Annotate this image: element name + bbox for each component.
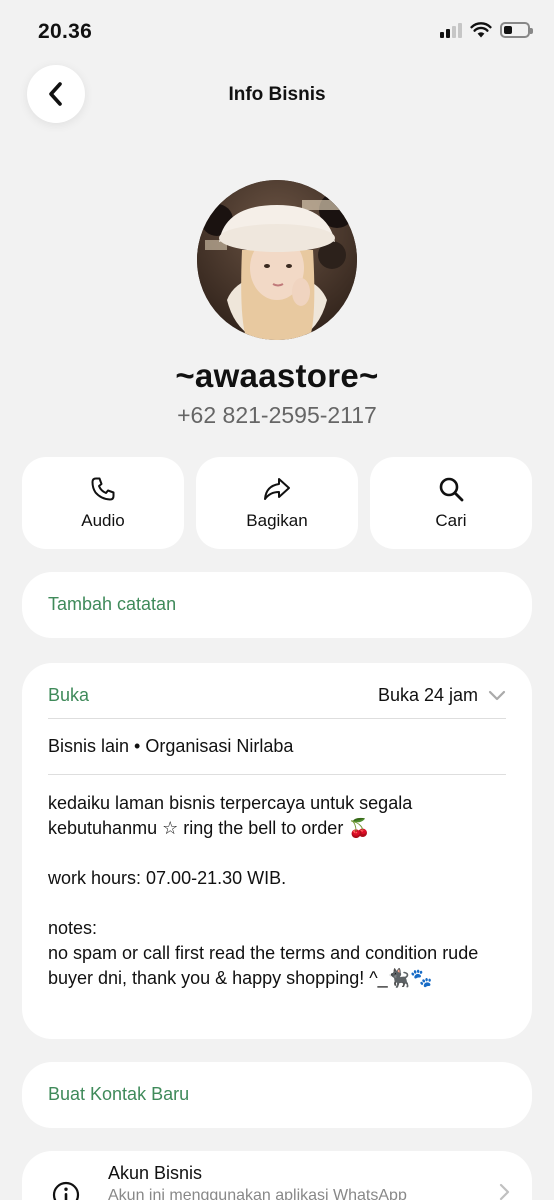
battery-icon: [500, 22, 533, 38]
profile-avatar[interactable]: [197, 180, 357, 340]
battery-level: [504, 26, 512, 34]
create-contact-button[interactable]: Buat Kontak Baru: [22, 1062, 532, 1128]
info-icon: [52, 1181, 80, 1200]
search-button[interactable]: Cari: [370, 457, 532, 549]
account-subtitle: Akun ini menggunakan aplikasi WhatsApp: [108, 1187, 407, 1200]
add-note-button[interactable]: Tambah catatan: [22, 572, 532, 638]
wifi-icon: [470, 22, 492, 38]
share-label: Bagikan: [246, 511, 308, 530]
status-bar: 20.36: [0, 0, 554, 62]
status-time: 20.36: [38, 20, 93, 43]
hours-row[interactable]: Buka Buka 24 jam: [48, 680, 506, 710]
phone-icon: [91, 477, 115, 501]
search-label: Cari: [435, 511, 467, 530]
chevron-down-icon: [488, 690, 506, 701]
add-note-label: Tambah catatan: [48, 594, 177, 614]
business-details-card: Buka Buka 24 jam Bisnis lain • Organisas…: [22, 663, 532, 1039]
search-icon: [439, 477, 464, 502]
divider: [48, 774, 506, 775]
divider: [48, 718, 506, 719]
create-contact-label: Buat Kontak Baru: [48, 1084, 190, 1104]
phone-number: +62 821-2595-2117: [177, 402, 377, 428]
business-name: ~awaastore~: [175, 357, 379, 394]
share-button[interactable]: Bagikan: [196, 457, 358, 549]
business-description: kedaiku laman bisnis terpercaya untuk se…: [48, 793, 479, 988]
business-info-screen: 20.36 Info Bisnis ~awaastore~ +62 821-25…: [0, 0, 554, 1200]
share-icon: [264, 478, 290, 500]
business-category: Bisnis lain • Organisasi Nirlaba: [48, 736, 294, 756]
business-account-row[interactable]: Akun Bisnis Akun ini menggunakan aplikas…: [22, 1151, 532, 1200]
avatar-photo: [197, 180, 357, 340]
audio-label: Audio: [81, 511, 125, 530]
hours-value: Buka 24 jam: [377, 684, 478, 705]
hours-label: Buka: [48, 684, 90, 705]
account-title: Akun Bisnis: [108, 1163, 203, 1183]
audio-call-button[interactable]: Audio: [22, 457, 184, 549]
chevron-right-icon: [499, 1183, 510, 1200]
cellular-signal-icon: [440, 22, 462, 38]
status-icons: [440, 22, 533, 38]
page-title: Info Bisnis: [228, 84, 326, 105]
